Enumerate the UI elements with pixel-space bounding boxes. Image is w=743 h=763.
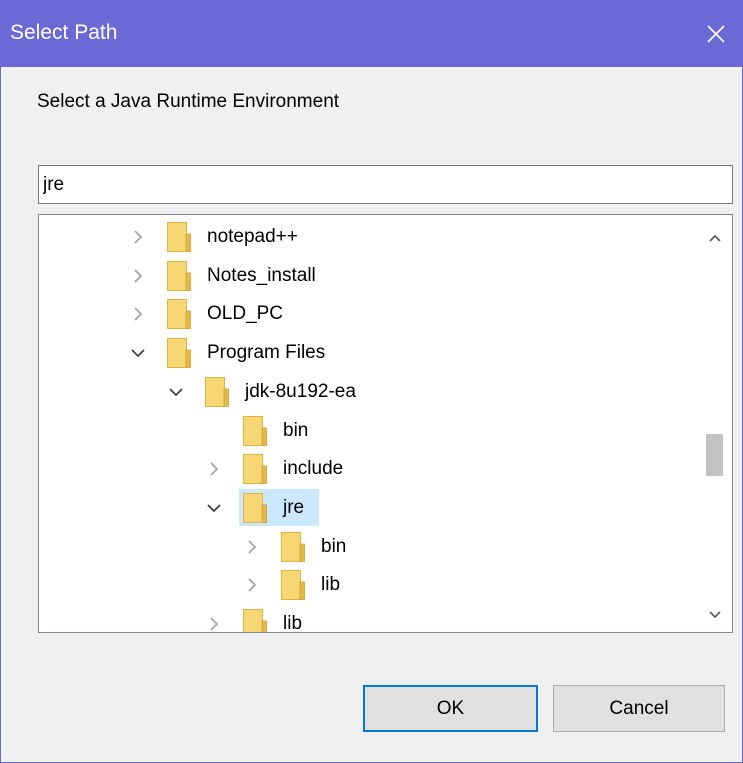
chevron-right-icon[interactable] — [242, 537, 262, 557]
chevron-up-icon — [709, 234, 721, 242]
dialog-prompt: Select a Java Runtime Environment — [37, 91, 340, 112]
scroll-thumb[interactable] — [706, 434, 723, 476]
tree-item-label: notepad++ — [207, 226, 298, 247]
tree-item[interactable]: Program Files — [39, 334, 684, 372]
folder-icon — [167, 260, 191, 291]
ok-button[interactable]: OK — [363, 685, 538, 732]
folder-icon — [243, 492, 267, 523]
tree-item[interactable]: notepad++ — [39, 218, 684, 256]
chevron-right-icon[interactable] — [128, 304, 148, 324]
tree-item[interactable]: include — [39, 450, 684, 488]
folder-icon — [281, 531, 305, 562]
chevron-right-icon[interactable] — [204, 614, 224, 632]
tree-item[interactable]: bin — [39, 528, 684, 566]
scroll-down-button[interactable] — [698, 598, 732, 632]
tree-item-label: Notes_install — [207, 264, 316, 286]
scroll-up-button[interactable] — [698, 221, 732, 255]
tree-item-label: jdk-8u192-ea — [245, 380, 356, 402]
chevron-down-icon[interactable] — [166, 382, 186, 402]
window-title: Select Path — [10, 21, 118, 44]
folder-icon — [167, 299, 191, 330]
chevron-right-icon[interactable] — [128, 227, 148, 247]
folder-icon — [281, 570, 305, 601]
tree-item[interactable]: jre — [39, 488, 684, 527]
folder-icon — [243, 415, 267, 446]
folder-icon — [167, 338, 191, 369]
cancel-button[interactable]: Cancel — [553, 685, 725, 732]
close-button[interactable] — [688, 0, 743, 67]
close-icon — [707, 24, 725, 43]
tree-item-label: lib — [283, 613, 303, 633]
tree-item-label: lib — [321, 574, 341, 596]
chevron-down-icon[interactable] — [204, 498, 224, 518]
chevron-right-icon[interactable] — [204, 459, 224, 479]
folder-tree[interactable]: notepad++ Notes_install OLD_PC Program File… — [38, 214, 733, 633]
tree-item[interactable]: OLD_PC — [39, 295, 684, 333]
chevron-right-icon[interactable] — [242, 575, 262, 595]
tree-item[interactable]: jdk-8u192-ea — [39, 373, 684, 411]
chevron-right-icon[interactable] — [128, 266, 148, 286]
tree-item-label: include — [283, 458, 344, 480]
tree-item-label: OLD_PC — [207, 303, 284, 325]
tree-item-label: Program Files — [207, 342, 326, 364]
tree-item-label: bin — [283, 419, 309, 441]
vertical-scrollbar[interactable] — [698, 215, 732, 632]
folder-icon — [205, 376, 229, 407]
folder-icon — [243, 454, 267, 485]
tree-item-label: bin — [321, 535, 347, 557]
folder-icon — [243, 609, 267, 632]
chevron-down-icon[interactable] — [128, 343, 148, 363]
folder-icon — [167, 222, 191, 252]
tree-item[interactable]: bin — [39, 412, 684, 450]
select-path-dialog: Select Path Select a Java Runtime Enviro… — [0, 0, 743, 763]
tree-item[interactable]: lib — [39, 605, 684, 633]
tree-item[interactable]: lib — [39, 566, 684, 604]
tree-item[interactable]: Notes_install — [39, 257, 684, 295]
chevron-down-icon — [709, 611, 721, 619]
path-search-input[interactable] — [38, 165, 733, 204]
title-bar[interactable]: Select Path — [1, 0, 743, 67]
tree-item-label: jre — [283, 496, 305, 518]
